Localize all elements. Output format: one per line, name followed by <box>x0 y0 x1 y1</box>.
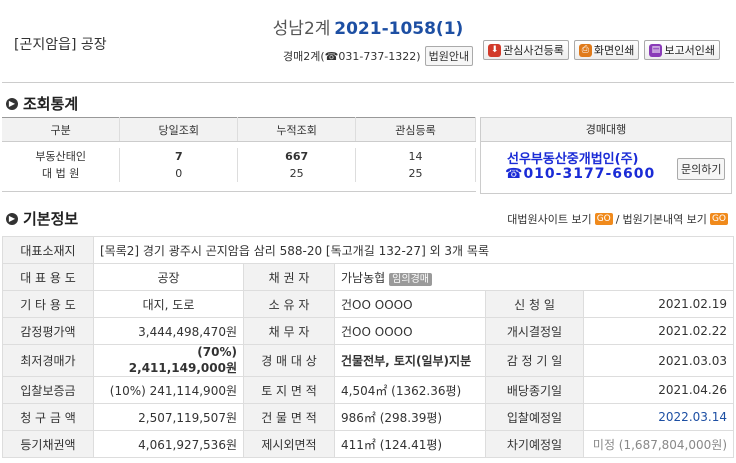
agent-header: 경매대행 <box>481 118 731 142</box>
case-number: 2021-1058(1) <box>334 19 464 39</box>
court-detail-link[interactable]: 법원기본내역 보기 <box>622 211 706 227</box>
supreme-court-link[interactable]: 대법원사이트 보기 <box>507 211 591 227</box>
stats-header: 구분 <box>2 117 121 142</box>
report-icon: ▤ <box>649 43 663 57</box>
inquiry-button[interactable]: 문의하기 <box>677 158 726 180</box>
table-row: 등기채권액 4,061,927,536원 제시외면적 411㎡ (124.41평… <box>2 430 734 458</box>
go-button[interactable]: GO <box>594 213 613 225</box>
stats-header: 누적조회 <box>237 117 357 142</box>
court-info: 경매2계(☎031-737-1322) 법원안내 <box>283 46 474 66</box>
agent-phone: ☎010-3177-6600 <box>505 166 656 182</box>
agent-name[interactable]: 선우부동산중개법인(주) <box>507 148 638 167</box>
screen-print-button[interactable]: ⎙ 화면인쇄 <box>573 40 640 60</box>
court-phone: 경매2계(☎031-737-1322) <box>283 50 421 63</box>
table-row: 부동산태인 7 667 14 <box>2 147 476 165</box>
arrow-circle-icon: ▶ <box>6 97 18 110</box>
interest-register-button[interactable]: ⬇ 관심사건등록 <box>483 40 569 60</box>
stats-table: 구분 당일조회 누적조회 관심등록 부동산태인 7 667 14 대 법 원 0… <box>2 117 476 192</box>
case-court: 성남2계 <box>272 19 331 39</box>
table-row: 기 타 용 도 대지, 도로 소 유 자 건OO OOOO 신 청 일 2021… <box>2 290 734 318</box>
agent-box: 경매대행 선우부동산중개법인(주) ☎010-3177-6600 문의하기 <box>480 117 732 194</box>
table-row: 감정평가액 3,444,498,470원 채 무 자 건OO OOOO 개시결정… <box>2 317 734 345</box>
table-row: 대 법 원 0 25 25 <box>2 164 476 182</box>
divider <box>2 82 734 83</box>
table-row: 대표소재지 [목록2] 경기 광주시 곤지암읍 삼리 588-20 [독고개길 … <box>2 236 734 264</box>
arrow-circle-icon: ▶ <box>6 212 18 225</box>
basic-info-table: 대표소재지 [목록2] 경기 광주시 곤지암읍 삼리 588-20 [독고개길 … <box>2 236 734 458</box>
case-title: 성남2계 2021-1058(1) <box>0 14 736 39</box>
report-print-button[interactable]: ▤ 보고서인쇄 <box>644 40 720 60</box>
table-row: 대 표 용 도 공장 채 권 자 가남농협 임의경매 <box>2 263 734 291</box>
table-row: 청 구 금 액 2,507,119,507원 건 물 면 적 986㎡ (298… <box>2 403 734 431</box>
auction-type-tag: 임의경매 <box>389 272 432 286</box>
print-icon: ⎙ <box>578 43 592 57</box>
table-row: 입찰보증금 (10%) 241,114,900원 토 지 면 적 4,504㎡ … <box>2 376 734 404</box>
basic-section-title: ▶ 기본정보 <box>6 208 78 229</box>
stats-header: 관심등록 <box>355 117 476 142</box>
address: [목록2] 경기 광주시 곤지암읍 삼리 588-20 [독고개길 132-27… <box>93 236 734 264</box>
stats-section-title: ▶ 조회통계 <box>6 93 78 114</box>
table-row: 최저경매가 (70%) 2,411,149,000원 경 매 대 상 건물전부,… <box>2 344 734 377</box>
go-button[interactable]: GO <box>709 213 728 225</box>
court-guide-button[interactable]: 법원안내 <box>424 46 474 66</box>
stats-header: 당일조회 <box>119 117 239 142</box>
case-header: [곤지암읍] 공장 성남2계 2021-1058(1) 경매2계(☎031-73… <box>0 0 736 84</box>
site-links: 대법원사이트 보기 GO / 법원기본내역 보기 GO <box>507 211 728 227</box>
top-buttons: ⬇ 관심사건등록 ⎙ 화면인쇄 ▤ 보고서인쇄 <box>483 40 720 60</box>
download-icon: ⬇ <box>488 43 502 57</box>
